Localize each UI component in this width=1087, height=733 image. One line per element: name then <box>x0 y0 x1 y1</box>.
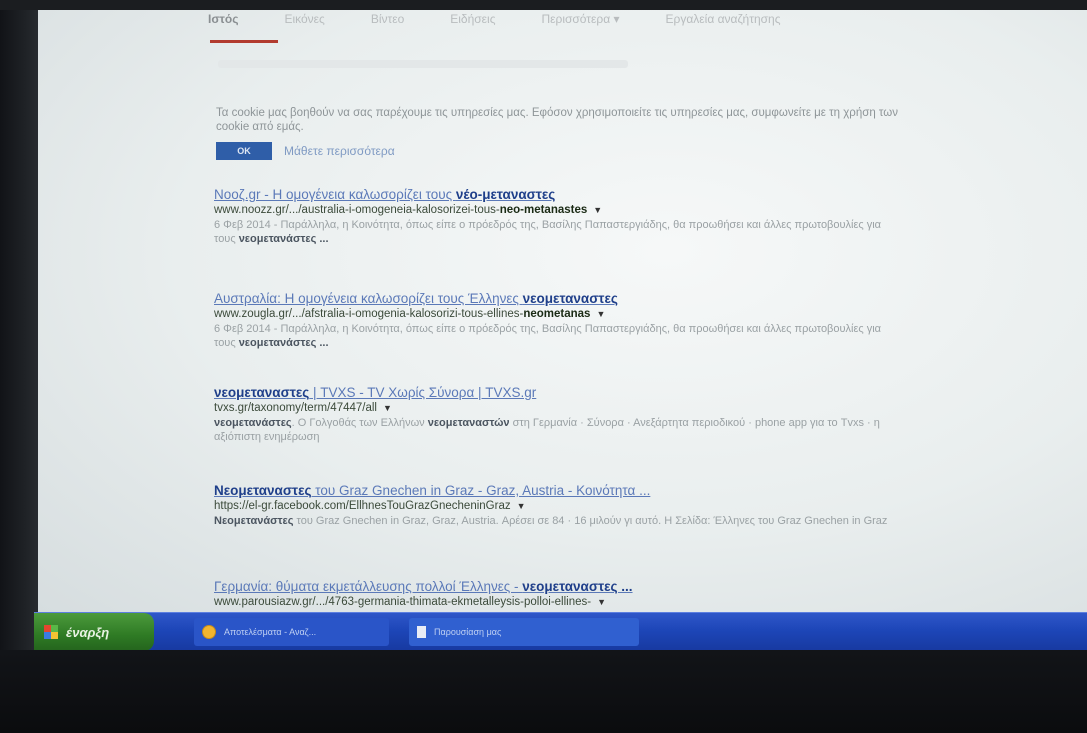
active-tab-indicator <box>210 40 278 43</box>
document-icon <box>417 626 426 638</box>
windows-logo-icon <box>44 625 58 639</box>
result-snippet-text: του Graz Gnechen in Graz, Graz, Austria.… <box>293 515 888 527</box>
result-title-text: Αυστραλία: Η ομογένεια καλωσορίζει τους … <box>214 291 523 306</box>
search-result: Αυστραλία: Η ομογένεια καλωσορίζει τους … <box>214 291 904 350</box>
result-title-keyword: νέο-μεταναστες <box>455 187 556 202</box>
result-title-text: Νοοζ.gr - Η ομογένεια καλωσορίζει τους <box>214 187 456 202</box>
tab-videos[interactable]: Βίντεο <box>371 10 404 44</box>
monitor-bottom-bezel <box>0 650 1087 733</box>
result-snippet: 6 Φεβ 2014 - Παράλληλα, η Κοινότητα, όπω… <box>214 322 904 350</box>
search-result: Νεομεταναστες του Graz Gnechen in Graz -… <box>214 483 904 528</box>
result-title-link[interactable]: νεομεταναστες | TVXS - TV Χωρίς Σύνορα |… <box>214 385 904 400</box>
tab-images[interactable]: Εικόνες <box>284 10 324 44</box>
result-url-text: www.parousiazw.gr/.../4763-germania-thim… <box>214 596 592 608</box>
result-url-keyword: neometanas <box>523 308 591 320</box>
url-options-caret-icon[interactable]: ▼ <box>597 597 606 607</box>
tab-web[interactable]: Ιστός <box>208 10 238 44</box>
result-url: tvxs.gr/taxonomy/term/47447/all ▼ <box>214 402 904 414</box>
result-title-keyword: νεομεταναστες <box>214 385 310 400</box>
search-result: νεομεταναστες | TVXS - TV Χωρίς Σύνορα |… <box>214 385 904 444</box>
result-stats-blur <box>218 60 628 68</box>
result-title-link[interactable]: Νεομεταναστες του Graz Gnechen in Graz -… <box>214 483 904 498</box>
browser-icon <box>202 625 216 639</box>
result-title-keyword: νεομεταναστες ... <box>522 579 633 594</box>
search-tabs: Ιστός Εικόνες Βίντεο Ειδήσεις Περισσότερ… <box>208 10 781 44</box>
result-snippet-keyword: Νεομετανάστες <box>214 515 294 527</box>
cookie-notice-actions: OK Μάθετε περισσότερα <box>216 142 395 160</box>
result-title-keyword: Νεομεταναστες <box>214 483 312 498</box>
taskbar-item-document[interactable]: Παρουσίαση μας <box>409 618 639 646</box>
result-snippet: 6 Φεβ 2014 - Παράλληλα, η Κοινότητα, όπω… <box>214 218 904 246</box>
result-url: www.zougla.gr/.../afstralia-i-omogenia-k… <box>214 308 904 320</box>
result-title-text: του Graz Gnechen in Graz - Graz, Austria… <box>311 483 651 498</box>
result-url: www.noozz.gr/.../australia-i-omogeneia-k… <box>214 204 904 216</box>
cookie-learn-more-link[interactable]: Μάθετε περισσότερα <box>284 144 395 158</box>
result-url: https://el-gr.facebook.com/EllhnesTouGra… <box>214 500 904 512</box>
result-snippet-text: . Ο Γολγοθάς των Ελλήνων <box>291 417 428 429</box>
cookie-notice-text: Τα cookie μας βοηθούν να σας παρέχουμε τ… <box>216 107 899 133</box>
url-options-caret-icon[interactable]: ▼ <box>517 501 526 511</box>
result-snippet-keyword: νεομεταναστών <box>427 417 510 429</box>
start-button-label: έναρξη <box>66 624 110 640</box>
taskbar: έναρξη Αποτελέσματα - Αναζ... Παρουσίαση… <box>34 612 1087 651</box>
result-url-text: www.noozz.gr/.../australia-i-omogeneia-k… <box>214 204 500 216</box>
result-url-text: https://el-gr.facebook.com/EllhnesTouGra… <box>214 500 511 512</box>
taskbar-item-label: Αποτελέσματα - Αναζ... <box>224 627 317 637</box>
tab-search-tools[interactable]: Εργαλεία αναζήτησης <box>666 10 781 44</box>
result-url-text: www.zougla.gr/.../afstralia-i-omogenia-k… <box>214 308 524 320</box>
url-options-caret-icon[interactable]: ▼ <box>596 309 605 319</box>
result-url-text: tvxs.gr/taxonomy/term/47447/all <box>214 402 377 414</box>
monitor-bezel <box>0 10 42 650</box>
cookie-ok-button[interactable]: OK <box>216 142 272 160</box>
result-title-link[interactable]: Νοοζ.gr - Η ομογένεια καλωσορίζει τους ν… <box>214 187 904 202</box>
result-url: www.parousiazw.gr/.../4763-germania-thim… <box>214 596 904 608</box>
browser-viewport: Ιστός Εικόνες Βίντεο Ειδήσεις Περισσότερ… <box>38 10 1087 612</box>
result-url-keyword: neo-metanastes <box>499 204 588 216</box>
result-title-link[interactable]: Γερμανία: θύματα εκμετάλλευσης πολλοί Έλ… <box>214 579 904 594</box>
url-options-caret-icon[interactable]: ▼ <box>383 403 392 413</box>
result-snippet: νεομετανάστες. Ο Γολγοθάς των Ελλήνων νε… <box>214 416 904 444</box>
search-result: Νοοζ.gr - Η ομογένεια καλωσορίζει τους ν… <box>214 187 904 246</box>
tab-news[interactable]: Ειδήσεις <box>450 10 495 44</box>
result-title-keyword: νεομεταναστες <box>522 291 618 306</box>
result-title-text: | TVXS - TV Χωρίς Σύνορα | TVXS.gr <box>309 385 537 400</box>
start-button[interactable]: έναρξη <box>34 613 154 651</box>
tab-more[interactable]: Περισσότερα ▾ <box>541 10 619 44</box>
search-result: Γερμανία: θύματα εκμετάλλευσης πολλοί Έλ… <box>214 579 904 608</box>
result-snippet: Νεομετανάστες του Graz Gnechen in Graz, … <box>214 514 904 528</box>
result-snippet-keyword: νεομετανάστες ... <box>238 233 329 245</box>
result-title-link[interactable]: Αυστραλία: Η ομογένεια καλωσορίζει τους … <box>214 291 904 306</box>
result-snippet-keyword: νεομετανάστες <box>214 417 292 429</box>
taskbar-item-browser[interactable]: Αποτελέσματα - Αναζ... <box>194 618 389 646</box>
result-snippet-keyword: νεομετανάστες ... <box>238 337 329 349</box>
result-title-text: Γερμανία: θύματα εκμετάλλευσης πολλοί Έλ… <box>214 579 523 594</box>
taskbar-item-label: Παρουσίαση μας <box>434 627 502 637</box>
url-options-caret-icon[interactable]: ▼ <box>593 205 602 215</box>
